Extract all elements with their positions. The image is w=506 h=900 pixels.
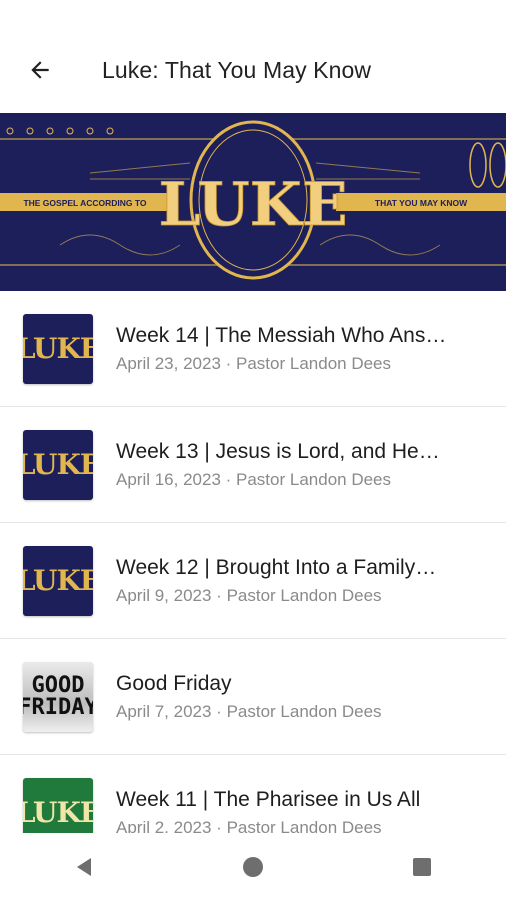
sermon-thumbnail: GOOD FRIDAY (23, 661, 93, 732)
arrow-left-icon (31, 61, 49, 79)
back-button[interactable] (20, 50, 60, 90)
sermon-subtitle: April 23, 2023 · Pastor Landon Dees (116, 353, 392, 373)
sermon-title: Week 14 | The Messiah Who Ans… (116, 323, 447, 347)
nav-home-button[interactable] (231, 845, 275, 889)
page-title: Luke: That You May Know (102, 56, 372, 83)
nav-recents-button[interactable] (400, 845, 444, 889)
list-item[interactable]: GOOD FRIDAY Good Friday April 7, 2023 · … (0, 639, 506, 755)
triangle-back-icon (77, 857, 92, 876)
sermon-subtitle: April 9, 2023 · Pastor Landon Dees (116, 585, 382, 605)
sermon-title: Good Friday (116, 671, 232, 695)
banner-main-word: LUKE (158, 170, 347, 240)
banner-left-ribbon: THE GOSPEL ACCORDING TO (23, 198, 146, 208)
sermon-subtitle: April 2, 2023 · Pastor Landon Dees (116, 817, 382, 834)
sermon-title: Week 11 | The Pharisee in Us All (116, 787, 421, 811)
app-bar: Luke: That You May Know (0, 28, 506, 112)
square-recents-icon (412, 857, 431, 876)
list-item[interactable]: LUKE Week 14 | The Messiah Who Ans… Apri… (0, 291, 506, 407)
banner-right-ribbon: THAT YOU MAY KNOW (375, 198, 468, 208)
sermon-thumbnail: LUKE (23, 777, 93, 833)
series-banner: THE GOSPEL ACCORDING TO THAT YOU MAY KNO… (0, 113, 506, 291)
list-item[interactable]: LUKE Week 12 | Brought Into a Family… Ap… (0, 523, 506, 639)
sermon-thumbnail: LUKE (23, 429, 93, 500)
sermon-subtitle: April 7, 2023 · Pastor Landon Dees (116, 701, 382, 721)
nav-back-button[interactable] (62, 845, 106, 889)
sermon-subtitle: April 16, 2023 · Pastor Landon Dees (116, 469, 392, 489)
system-nav-bar (0, 833, 506, 900)
circle-home-icon (242, 856, 263, 877)
sermon-title: Week 13 | Jesus is Lord, and He… (116, 439, 440, 463)
list-item[interactable]: LUKE Week 11 | The Pharisee in Us All Ap… (0, 755, 506, 833)
sermon-list: LUKE Week 14 | The Messiah Who Ans… Apri… (0, 291, 506, 833)
sermon-thumbnail: LUKE (23, 313, 93, 384)
list-item[interactable]: LUKE Week 13 | Jesus is Lord, and He… Ap… (0, 407, 506, 523)
sermon-title: Week 12 | Brought Into a Family… (116, 555, 437, 579)
sermon-thumbnail: LUKE (23, 545, 93, 616)
